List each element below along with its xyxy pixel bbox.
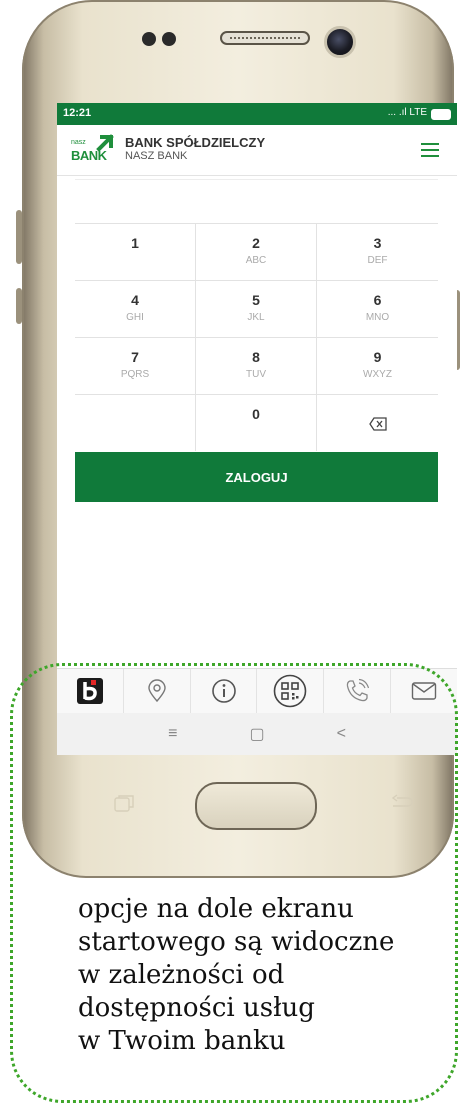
key-6[interactable]: 6 MNO — [317, 280, 438, 337]
key-1[interactable]: 1 — [75, 223, 196, 280]
caption-text: opcje na dole ekranu startowego są widoc… — [78, 893, 458, 1058]
backspace-icon — [369, 417, 387, 431]
front-camera — [324, 26, 356, 58]
bank-subtitle: NASZ BANK — [125, 150, 188, 162]
phone-screen: 12:21 ... .ıl LTE nasz BANK BANK SPÓŁDZI… — [57, 103, 457, 755]
menu-icon[interactable] — [421, 143, 439, 157]
pin-keypad: 1 2 ABC 3 DEF 4 GHI 5 JKL 6 MNO 7 PQRS 8 TUV 9W… — [75, 223, 438, 451]
backspace-key[interactable] — [317, 394, 438, 451]
logo-small-text: nasz — [71, 139, 86, 146]
key-2[interactable]: 2 ABC — [196, 223, 317, 280]
caption-line-5: w Twoim banku — [78, 1026, 286, 1056]
key-5[interactable]: 5 JKL — [196, 280, 317, 337]
caption-line-1: opcje na dole ekranu — [78, 894, 354, 924]
app-header: nasz BANK BANK SPÓŁDZIELCZY NASZ BANK — [57, 125, 457, 176]
key-empty — [75, 394, 196, 451]
volume-button — [16, 210, 22, 264]
sensor-left — [142, 32, 156, 46]
caption-line-3: w zależności od — [78, 960, 285, 990]
key-9[interactable]: 9 WXYZ — [317, 337, 438, 394]
key-8[interactable]: 8 TUV — [196, 337, 317, 394]
battery-icon — [431, 109, 451, 120]
network-indicator: ... .ıl LTE — [387, 107, 427, 118]
key-4[interactable]: 4 GHI — [75, 280, 196, 337]
status-time: 12:21 — [63, 107, 92, 119]
bank-name: BANK SPÓŁDZIELCZY — [125, 135, 266, 150]
login-button[interactable]: ZALOGUJ — [75, 452, 438, 502]
logo-big-text: BANK — [71, 148, 107, 163]
key-7[interactable]: 7 PQRS — [75, 337, 196, 394]
bixby-button — [16, 288, 22, 324]
caption-line-2: startowego są widoczne — [78, 927, 395, 957]
key-0[interactable]: 0 — [196, 394, 317, 451]
key-3[interactable]: 3 DEF — [317, 223, 438, 280]
sensor-right — [162, 32, 176, 46]
bank-logo: nasz BANK — [67, 133, 121, 167]
pin-input[interactable] — [75, 179, 438, 224]
status-bar: 12:21 ... .ıl LTE — [57, 103, 457, 125]
earpiece-speaker — [220, 31, 310, 45]
caption-line-4: dostępności usług — [78, 993, 315, 1023]
